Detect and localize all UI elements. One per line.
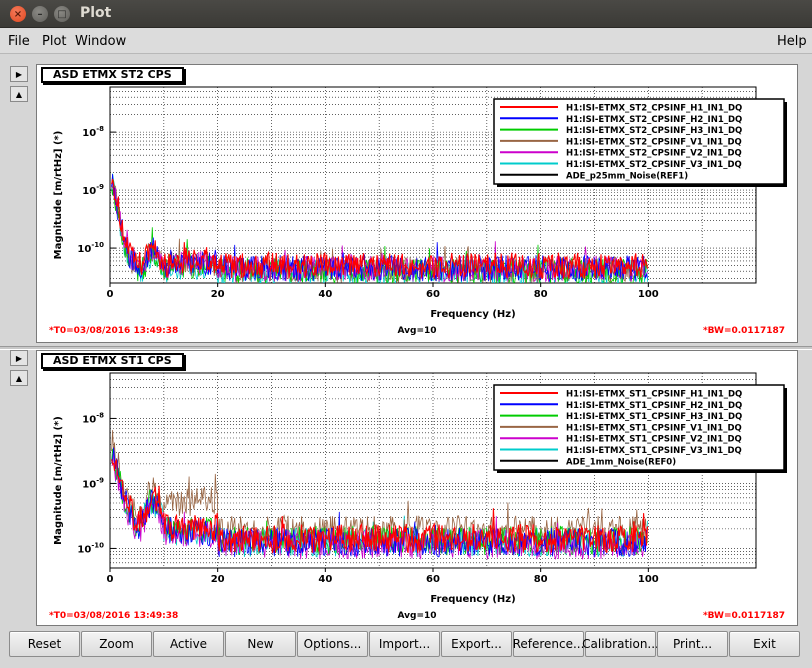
legend-entry: H1:ISI-ETMX_ST1_CPSINF_V1_IN1_DQ — [566, 423, 742, 433]
x-tick-label: 20 — [211, 574, 225, 585]
collapse-up-icon[interactable]: ▲ — [10, 86, 28, 102]
y-tick-label: 10-9 — [82, 476, 104, 490]
legend-entry: H1:ISI-ETMX_ST1_CPSINF_H1_IN1_DQ — [566, 390, 742, 400]
new-button[interactable]: New — [225, 631, 296, 657]
expand-right-icon-2[interactable]: ▶ — [10, 350, 28, 366]
chart-bottom[interactable]: 0 20 40 60 80 100 10-8 10-9 10-10 Frequency (Hz) M… — [37, 351, 797, 625]
footer-avg: Avg=10 — [397, 326, 436, 336]
y-tick-label: 10-8 — [82, 411, 104, 425]
footer-t0: *T0=03/08/2016 13:49:38 — [49, 326, 178, 336]
print-button[interactable]: Print... — [657, 631, 728, 657]
x-tick-label: 100 — [638, 574, 659, 585]
menu-window[interactable]: Window — [75, 34, 126, 49]
x-tick-label: 80 — [534, 574, 548, 585]
y-tick-label: 10-10 — [77, 541, 104, 555]
x-tick-label: 0 — [107, 574, 114, 585]
legend-entry: H1:ISI-ETMX_ST1_CPSINF_V2_IN1_DQ — [566, 435, 742, 445]
x-tick-label: 0 — [107, 289, 114, 300]
reset-button[interactable]: Reset — [9, 631, 80, 657]
expand-right-icon[interactable]: ▶ — [10, 66, 28, 82]
window-title: Plot — [80, 5, 112, 21]
close-window-button[interactable]: × — [10, 6, 26, 22]
chart-top[interactable]: 0 20 40 60 80 100 10-8 10-9 10-10 Frequency (Hz) M… — [37, 65, 797, 342]
export-button[interactable]: Export... — [441, 631, 512, 657]
collapse-up-icon-2[interactable]: ▲ — [10, 370, 28, 386]
x-tick-label: 20 — [211, 289, 225, 300]
x-tick-label: 40 — [318, 574, 332, 585]
reference-button[interactable]: Reference... — [513, 631, 584, 657]
legend-entry: H1:ISI-ETMX_ST1_CPSINF_H2_IN1_DQ — [566, 401, 742, 411]
y-tick-label: 10-8 — [82, 125, 104, 139]
legend-entry: H1:ISI-ETMX_ST1_CPSINF_H3_IN1_DQ — [566, 412, 742, 422]
y-axis-label: Magnitude [m/rtHz] (*) — [53, 131, 64, 260]
x-tick-label: 80 — [534, 289, 548, 300]
y-tick-label: 10-10 — [77, 241, 104, 255]
x-tick-label: 40 — [318, 289, 332, 300]
options-button[interactable]: Options... — [297, 631, 368, 657]
legend-entry: ADE_1mm_Noise(REF0) — [566, 457, 676, 467]
maximize-window-button[interactable]: □ — [54, 6, 70, 22]
x-tick-label: 60 — [426, 289, 440, 300]
plot-panel-bottom: ASD ETMX ST1 CPS 0 20 40 60 80 100 10-8 10-9 10-… — [36, 350, 798, 626]
footer-t0: *T0=03/08/2016 13:49:38 — [49, 611, 178, 621]
menu-file[interactable]: File — [8, 34, 30, 49]
x-axis-label: Frequency (Hz) — [430, 594, 515, 605]
plot-panel-top: ASD ETMX ST2 CPS 0 20 40 60 80 100 10-8 10-9 10-… — [36, 64, 798, 343]
legend-entry: H1:ISI-ETMX_ST2_CPSINF_V2_IN1_DQ — [566, 149, 742, 159]
legend-entry: ADE_p25mm_Noise(REF1) — [566, 171, 688, 181]
title-bar: × – □ Plot — [0, 0, 812, 28]
legend-entry: H1:ISI-ETMX_ST2_CPSINF_H1_IN1_DQ — [566, 104, 742, 114]
button-bar: Reset Zoom Active New Options... Import.… — [0, 628, 812, 668]
y-axis-label: Magnitude [m/rtHz] (*) — [53, 416, 64, 545]
x-tick-label: 100 — [638, 289, 659, 300]
calibration-button[interactable]: Calibration... — [582, 631, 659, 657]
y-tick-label: 10-9 — [82, 183, 104, 197]
menu-plot[interactable]: Plot — [42, 34, 67, 49]
exit-button[interactable]: Exit — [729, 631, 800, 657]
menu-bar: File Plot Window Help — [0, 28, 812, 54]
legend-entry: H1:ISI-ETMX_ST2_CPSINF_V1_IN1_DQ — [566, 137, 742, 147]
footer-bw: *BW=0.0117187 — [703, 326, 785, 336]
x-tick-label: 60 — [426, 574, 440, 585]
legend-entry: H1:ISI-ETMX_ST2_CPSINF_H2_IN1_DQ — [566, 115, 742, 125]
menu-help[interactable]: Help — [777, 34, 807, 49]
minimize-window-button[interactable]: – — [32, 6, 48, 22]
legend-entry: H1:ISI-ETMX_ST2_CPSINF_H3_IN1_DQ — [566, 126, 742, 136]
legend-entry: H1:ISI-ETMX_ST2_CPSINF_V3_IN1_DQ — [566, 160, 742, 170]
legend-entry: H1:ISI-ETMX_ST1_CPSINF_V3_IN1_DQ — [566, 446, 742, 456]
active-button[interactable]: Active — [153, 631, 224, 657]
zoom-button[interactable]: Zoom — [81, 631, 152, 657]
footer-avg: Avg=10 — [397, 611, 436, 621]
import-button[interactable]: Import... — [369, 631, 440, 657]
x-axis-label: Frequency (Hz) — [430, 309, 515, 320]
footer-bw: *BW=0.0117187 — [703, 611, 785, 621]
